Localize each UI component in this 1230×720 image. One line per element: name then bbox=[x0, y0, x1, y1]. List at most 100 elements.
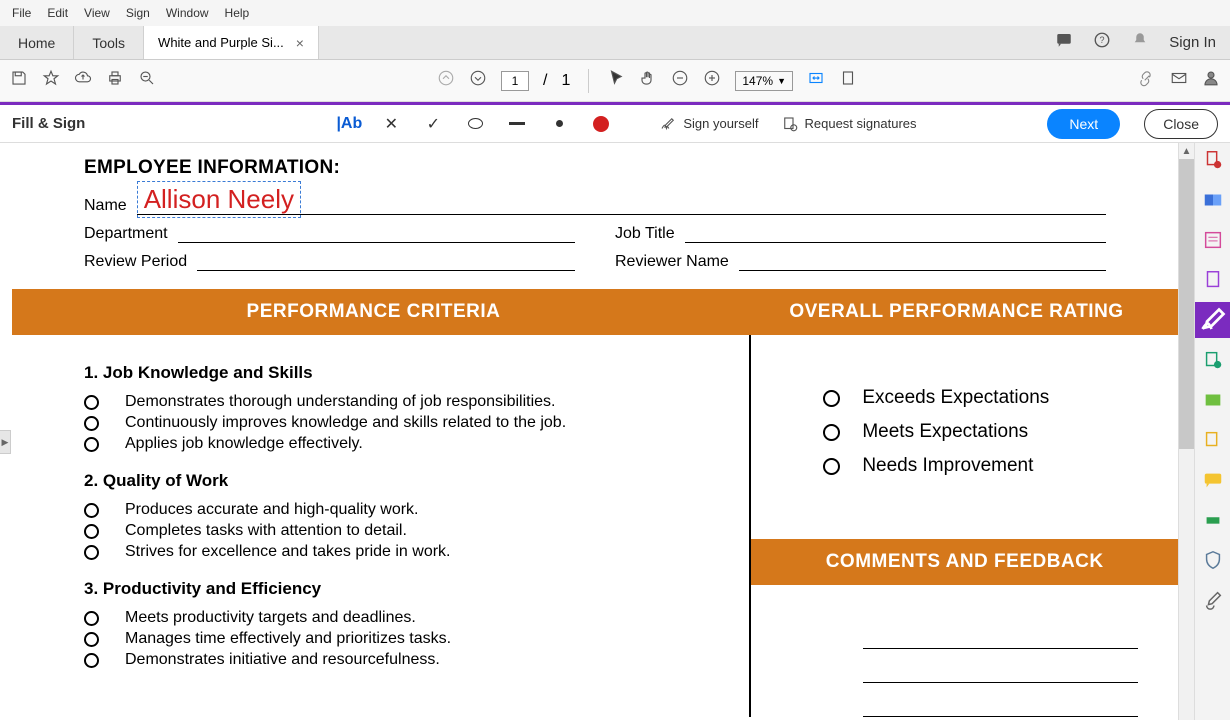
zoom-minus-icon[interactable] bbox=[671, 69, 689, 92]
job-title-label: Job Title bbox=[615, 225, 675, 243]
radio-icon[interactable] bbox=[84, 632, 99, 647]
star-icon[interactable] bbox=[42, 69, 60, 92]
fit-page-icon[interactable] bbox=[839, 69, 857, 92]
page-down-icon[interactable] bbox=[469, 69, 487, 92]
tab-document[interactable]: White and Purple Si... × bbox=[144, 26, 319, 59]
mail-icon[interactable] bbox=[1170, 69, 1188, 92]
radio-icon[interactable] bbox=[84, 545, 99, 560]
sign-yourself-label: Sign yourself bbox=[683, 116, 758, 131]
chat-icon[interactable] bbox=[1055, 31, 1073, 54]
menu-view[interactable]: View bbox=[76, 2, 118, 24]
close-button[interactable]: Close bbox=[1144, 109, 1218, 139]
scroll-up-icon[interactable]: ▲ bbox=[1179, 143, 1194, 159]
hand-icon[interactable] bbox=[639, 69, 657, 92]
print-icon[interactable] bbox=[106, 69, 124, 92]
line-tool-icon[interactable] bbox=[507, 114, 527, 134]
rail-combine-icon[interactable] bbox=[1202, 189, 1224, 211]
rating-option-text: Exceeds Expectations bbox=[862, 387, 1049, 409]
rail-edit-icon[interactable] bbox=[1202, 229, 1224, 251]
radio-icon[interactable] bbox=[823, 390, 840, 407]
comment-line[interactable] bbox=[863, 615, 1138, 649]
zoom-select[interactable]: 147% ▼ bbox=[735, 71, 793, 91]
left-panel-expander[interactable]: ▶ bbox=[0, 430, 11, 454]
rail-export-icon[interactable] bbox=[1202, 269, 1224, 291]
tab-bar: Home Tools White and Purple Si... × ? Si… bbox=[0, 26, 1230, 60]
request-signatures-label: Request signatures bbox=[805, 116, 917, 131]
sign-yourself-button[interactable]: Sign yourself bbox=[659, 115, 758, 133]
red-dot-tool-icon[interactable] bbox=[591, 114, 611, 134]
typed-name-text[interactable]: Allison Neely bbox=[144, 184, 294, 214]
sign-in-link[interactable]: Sign In bbox=[1169, 34, 1216, 51]
rail-comment-icon[interactable] bbox=[1202, 469, 1224, 491]
save-icon[interactable] bbox=[10, 69, 28, 92]
page-number-input[interactable] bbox=[501, 71, 529, 91]
rail-create-pdf-icon[interactable] bbox=[1202, 149, 1224, 171]
criteria-item-text: Strives for excellence and takes pride i… bbox=[125, 543, 450, 561]
radio-icon[interactable] bbox=[84, 437, 99, 452]
next-button[interactable]: Next bbox=[1047, 109, 1120, 139]
rail-fill-sign-icon[interactable] bbox=[1195, 302, 1230, 338]
bell-icon[interactable] bbox=[1131, 31, 1149, 54]
link-icon[interactable] bbox=[1138, 69, 1156, 92]
person-icon[interactable] bbox=[1202, 69, 1220, 92]
cursor-icon[interactable] bbox=[607, 69, 625, 92]
menu-help[interactable]: Help bbox=[217, 2, 258, 24]
name-field-line[interactable]: Allison Neely bbox=[137, 193, 1106, 215]
vertical-scrollbar[interactable]: ▲ bbox=[1178, 143, 1194, 720]
fit-width-icon[interactable] bbox=[807, 69, 825, 92]
radio-icon[interactable] bbox=[84, 395, 99, 410]
help-icon[interactable]: ? bbox=[1093, 31, 1111, 54]
radio-icon[interactable] bbox=[84, 611, 99, 626]
radio-icon[interactable] bbox=[84, 524, 99, 539]
performance-criteria-header: PERFORMANCE CRITERIA bbox=[12, 289, 735, 335]
menu-edit[interactable]: Edit bbox=[39, 2, 76, 24]
zoom-out-icon[interactable] bbox=[138, 69, 156, 92]
review-period-label: Review Period bbox=[84, 253, 187, 271]
svg-text:?: ? bbox=[1100, 35, 1105, 45]
job-title-field-line[interactable] bbox=[685, 221, 1106, 243]
criteria-item-text: Meets productivity targets and deadlines… bbox=[125, 609, 416, 627]
tab-tools[interactable]: Tools bbox=[74, 26, 144, 59]
chevron-down-icon: ▼ bbox=[777, 76, 786, 86]
criteria-item-text: Demonstrates initiative and resourcefuln… bbox=[125, 651, 440, 669]
menu-file[interactable]: File bbox=[4, 2, 39, 24]
zoom-plus-icon[interactable] bbox=[703, 69, 721, 92]
close-icon[interactable]: × bbox=[296, 35, 304, 51]
reviewer-name-field-line[interactable] bbox=[739, 249, 1106, 271]
criteria-1-title: 1. Job Knowledge and Skills bbox=[84, 363, 719, 383]
review-period-field-line[interactable] bbox=[197, 249, 575, 271]
cloud-upload-icon[interactable] bbox=[74, 69, 92, 92]
comment-line[interactable] bbox=[863, 683, 1138, 717]
radio-icon[interactable] bbox=[84, 416, 99, 431]
circle-tool-icon[interactable] bbox=[465, 114, 485, 134]
rail-compress-icon[interactable] bbox=[1202, 389, 1224, 411]
dot-tool-icon[interactable] bbox=[549, 114, 569, 134]
menu-window[interactable]: Window bbox=[158, 2, 217, 24]
rail-protect-icon[interactable] bbox=[1202, 549, 1224, 571]
criteria-item-text: Completes tasks with attention to detail… bbox=[125, 522, 407, 540]
comment-line[interactable] bbox=[863, 649, 1138, 683]
menu-sign[interactable]: Sign bbox=[118, 2, 158, 24]
criteria-3-title: 3. Productivity and Efficiency bbox=[84, 579, 719, 599]
cross-tool-icon[interactable]: ✕ bbox=[381, 114, 401, 134]
name-label: Name bbox=[84, 197, 127, 215]
document-viewport: EMPLOYEE INFORMATION: Name Allison Neely… bbox=[12, 143, 1178, 720]
rail-more-tools-icon[interactable] bbox=[1202, 589, 1224, 611]
reviewer-name-label: Reviewer Name bbox=[615, 253, 729, 271]
tab-home[interactable]: Home bbox=[0, 26, 74, 59]
radio-icon[interactable] bbox=[84, 653, 99, 668]
radio-icon[interactable] bbox=[84, 503, 99, 518]
right-tool-rail bbox=[1194, 143, 1230, 720]
department-field-line[interactable] bbox=[178, 221, 575, 243]
request-signatures-button[interactable]: Request signatures bbox=[781, 115, 917, 133]
radio-icon[interactable] bbox=[823, 424, 840, 441]
scrollbar-thumb[interactable] bbox=[1179, 159, 1194, 449]
check-tool-icon[interactable]: ✓ bbox=[423, 114, 443, 134]
rail-organize-icon[interactable] bbox=[1202, 349, 1224, 371]
page-total: 1 bbox=[561, 72, 570, 90]
text-tool-icon[interactable]: |Ab bbox=[339, 114, 359, 134]
rail-print-icon[interactable] bbox=[1202, 509, 1224, 531]
rail-redact-icon[interactable] bbox=[1202, 429, 1224, 451]
page-up-icon[interactable] bbox=[437, 69, 455, 92]
radio-icon[interactable] bbox=[823, 458, 840, 475]
